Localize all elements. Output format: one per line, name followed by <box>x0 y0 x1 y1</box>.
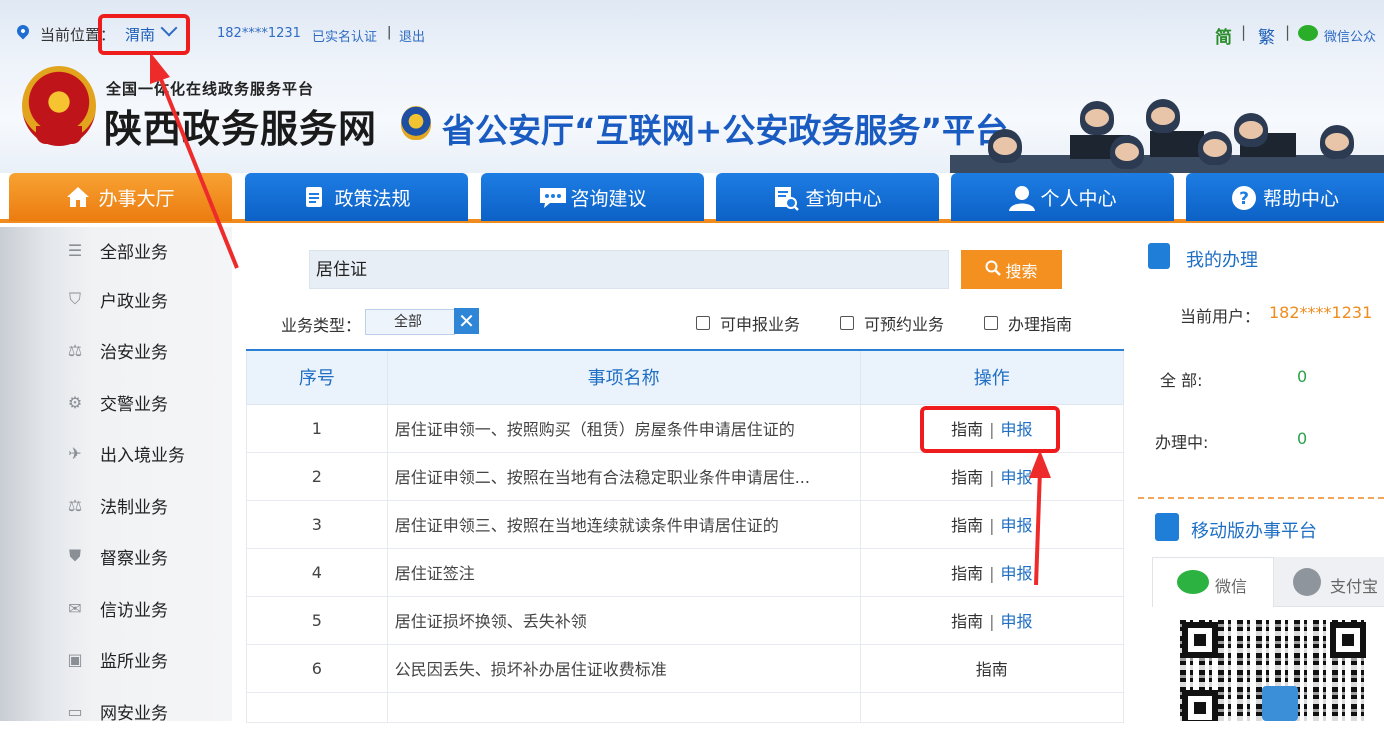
annotation-arrows <box>150 52 1051 586</box>
annotation-arrow-line <box>1034 469 1042 586</box>
annotation-arrow-head <box>150 52 170 84</box>
annotation-arrow-line <box>156 71 239 269</box>
annotation-arrow-head <box>1029 450 1051 478</box>
